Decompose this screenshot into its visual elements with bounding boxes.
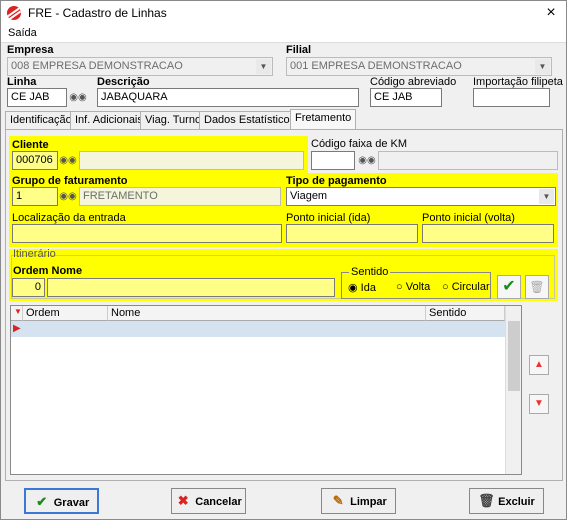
move-down-button[interactable]: ▼	[529, 394, 549, 414]
chevron-down-icon: ▼	[535, 59, 550, 74]
x-icon: ✖	[177, 493, 189, 508]
radio-volta[interactable]: ○ Volta	[396, 281, 430, 293]
row-pointer-icon: ▶	[13, 323, 21, 334]
tipo-pagamento-label: Tipo de pagamento	[286, 175, 387, 187]
menu-saida[interactable]: Saída	[8, 27, 37, 39]
tab-inf-adicionais[interactable]: Inf. Adicionais	[70, 111, 148, 129]
chevron-down-icon: ▼	[539, 189, 554, 204]
nome-input[interactable]	[47, 278, 335, 297]
limpar-label: Limpar	[350, 496, 387, 508]
ponto-volta-input[interactable]	[422, 224, 554, 243]
descricao-label: Descrição	[97, 76, 150, 88]
grupo-code-input[interactable]: 1	[12, 187, 58, 206]
grupo-name-field: FRETAMENTO	[79, 187, 281, 206]
cliente-label: Cliente	[12, 139, 49, 151]
vertical-scrollbar[interactable]	[505, 306, 521, 474]
codigo-abreviado-label: Código abreviado	[370, 76, 457, 88]
empresa-label: Empresa	[7, 44, 54, 56]
tab-fretamento[interactable]: Fretamento	[290, 109, 357, 130]
codigo-abreviado-input[interactable]: CE JAB	[370, 88, 442, 107]
filial-select[interactable]: 001 EMPRESA DEMONSTRACAO ▼	[286, 57, 552, 76]
tipo-pagamento-value: Viagem	[290, 190, 328, 202]
codigo-faixa-input[interactable]	[311, 151, 355, 170]
ordem-input[interactable]: 0	[12, 278, 45, 297]
binoculars-icon[interactable]: ◉◉	[358, 151, 376, 170]
itinerario-grid[interactable]: ▼ Ordem Nome Sentido ▶	[10, 305, 522, 475]
grupo-label: Grupo de faturamento	[12, 175, 128, 187]
grid-header-ordem[interactable]: Ordem	[23, 306, 108, 321]
importacao-label: Importação filipeta	[473, 76, 563, 88]
ponto-volta-label: Ponto inicial (volta)	[422, 212, 515, 224]
gravar-label: Gravar	[53, 497, 90, 509]
trash-icon: 🗑	[529, 280, 545, 294]
tipo-pagamento-select[interactable]: Viagem ▼	[286, 187, 556, 206]
chevron-down-icon: ▼	[256, 59, 271, 74]
binoculars-icon[interactable]: ◉◉	[59, 187, 77, 206]
binoculars-icon[interactable]: ◉◉	[59, 151, 77, 170]
title-bar: FRE - Cadastro de Linhas ×	[1, 1, 566, 25]
table-row[interactable]: ▶	[11, 321, 505, 337]
codigo-faixa-label: Código faixa de KM	[311, 138, 407, 150]
window-title: FRE - Cadastro de Linhas	[28, 6, 167, 20]
radio-volta-label: Volta	[405, 281, 431, 293]
radio-empty-icon: ○	[396, 281, 403, 293]
cliente-code-input[interactable]: 000706	[12, 151, 58, 170]
grid-header-nome[interactable]: Nome	[108, 306, 426, 321]
gravar-button[interactable]: ✔ Gravar	[24, 488, 99, 514]
sentido-label: Sentido	[349, 266, 391, 278]
radio-circular[interactable]: ○ Circular	[442, 281, 490, 293]
radio-empty-icon: ○	[442, 281, 449, 293]
tab-dados-estatisticos[interactable]: Dados Estatísticos	[199, 111, 301, 129]
localizacao-input[interactable]	[12, 224, 282, 243]
filial-label: Filial	[286, 44, 312, 56]
binoculars-icon[interactable]: ◉◉	[69, 88, 87, 107]
excluir-button[interactable]: 🗑 Excluir	[469, 488, 544, 514]
delete-item-button[interactable]: 🗑	[525, 275, 549, 299]
tab-viag-turno[interactable]: Viag. Turno	[140, 111, 207, 129]
app-logo-icon	[7, 6, 21, 20]
check-icon: ✔	[36, 494, 48, 509]
arrow-down-icon: ▼	[534, 398, 544, 409]
ordem-nome-label: Ordem Nome	[13, 265, 83, 277]
radio-circular-label: Circular	[451, 281, 490, 293]
ponto-ida-input[interactable]	[286, 224, 418, 243]
empresa-value: 008 EMPRESA DEMONSTRACAO	[11, 60, 183, 72]
ponto-ida-label: Ponto inicial (ida)	[286, 212, 371, 224]
empresa-select[interactable]: 008 EMPRESA DEMONSTRACAO ▼	[7, 57, 273, 76]
excluir-label: Excluir	[498, 496, 535, 508]
linha-label: Linha	[7, 76, 37, 88]
grid-indicator-header: ▼	[11, 306, 23, 321]
radio-ida-label: Ida	[360, 282, 376, 294]
tab-identificacao[interactable]: Identificação	[5, 111, 77, 129]
codigo-faixa-name-field	[378, 151, 558, 170]
check-icon: ✔	[502, 278, 516, 295]
confirm-check-button[interactable]: ✔	[497, 275, 521, 299]
limpar-button[interactable]: ✎ Limpar	[321, 488, 396, 514]
importacao-input[interactable]	[473, 88, 550, 107]
localizacao-label: Localização da entrada	[12, 212, 126, 224]
grid-header-sentido[interactable]: Sentido	[426, 306, 505, 321]
linha-input[interactable]: CE JAB	[7, 88, 67, 107]
itinerario-label: Itinerário	[13, 248, 56, 260]
arrow-up-icon: ▲	[534, 359, 544, 370]
cancelar-label: Cancelar	[195, 496, 242, 508]
cliente-name-field	[79, 151, 304, 170]
broom-icon: ✎	[332, 493, 344, 508]
radio-ida[interactable]: ◉ Ida	[348, 281, 376, 294]
main-window: FRE - Cadastro de Linhas × Saída Empresa…	[0, 0, 567, 520]
radio-selected-icon: ◉	[348, 282, 358, 294]
descricao-input[interactable]: JABAQUARA	[97, 88, 359, 107]
cancelar-button[interactable]: ✖ Cancelar	[171, 488, 246, 514]
menu-bar: Saída	[1, 25, 566, 43]
filial-value: 001 EMPRESA DEMONSTRACAO	[290, 60, 462, 72]
trash-icon: 🗑	[478, 493, 495, 508]
close-button[interactable]: ×	[537, 3, 565, 23]
move-up-button[interactable]: ▲	[529, 355, 549, 375]
scrollbar-thumb[interactable]	[508, 321, 520, 391]
